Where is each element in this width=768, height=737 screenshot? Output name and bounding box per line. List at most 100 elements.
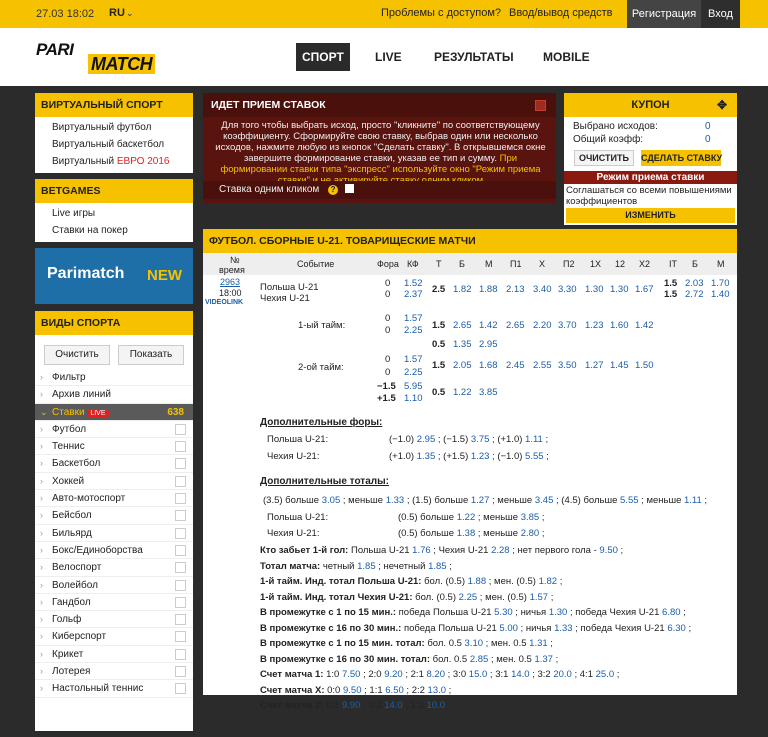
odd-cell[interactable]: 5.95 <box>404 381 423 392</box>
odd-cell[interactable]: 1.50 <box>635 360 654 371</box>
odd-cell[interactable]: 1.22 <box>453 387 472 398</box>
odd-cell[interactable]: 1.42 <box>635 320 654 331</box>
odd-cell[interactable]: 1.68 <box>479 360 498 371</box>
odd-cell[interactable]: 1.10 <box>404 393 423 404</box>
sport-checkbox[interactable] <box>175 683 186 695</box>
odd-cell[interactable]: 1.23 <box>585 320 604 331</box>
sport-checkbox[interactable] <box>175 458 186 470</box>
nav-sport[interactable]: СПОРТ <box>296 43 350 71</box>
sport-item[interactable]: › Гольф <box>35 611 193 629</box>
sport-item[interactable]: › Бейсбол <box>35 507 193 525</box>
sport-item[interactable]: › Лотерея <box>35 663 193 681</box>
one-click-checkbox[interactable] <box>344 184 354 193</box>
odd-cell[interactable]: 3.50 <box>558 360 577 371</box>
odd-cell[interactable]: 2.65 <box>506 320 525 331</box>
odd-cell[interactable]: 1.30 <box>585 284 604 295</box>
odd-cell[interactable]: 1.42 <box>479 320 498 331</box>
nav-results[interactable]: РЕЗУЛЬТАТЫ <box>434 43 514 71</box>
odd-cell[interactable]: 3.85 <box>479 387 498 398</box>
move-icon[interactable]: ✥ <box>717 93 727 117</box>
virtual-football-link[interactable]: Виртуальный футбол <box>35 119 193 136</box>
sport-item[interactable]: › Футбол <box>35 421 193 439</box>
clear-button[interactable]: Очистить <box>44 345 110 365</box>
deposit-withdraw-link[interactable]: Ввод/вывод средств <box>509 7 613 19</box>
stakes-live-item[interactable]: ⌄ Ставки LIVE 638 <box>35 403 193 421</box>
odd-cell[interactable]: 1.82 <box>453 284 472 295</box>
sport-checkbox[interactable] <box>175 666 186 678</box>
odd-cell[interactable]: 2.37 <box>404 289 423 300</box>
help-icon[interactable]: ? <box>328 185 339 195</box>
videolink-icon[interactable]: VIDEOLINK <box>205 299 243 306</box>
login-button[interactable]: Вход <box>701 0 740 28</box>
access-problems-link[interactable]: Проблемы с доступом? <box>381 7 501 19</box>
odd-cell[interactable]: 1.30 <box>610 284 629 295</box>
nav-mobile[interactable]: MOBILE <box>543 43 590 71</box>
odd-cell[interactable]: 1.57 <box>404 313 423 324</box>
virtual-euro-link[interactable]: Виртуальный ЕВРО 2016 <box>35 153 193 170</box>
odd-cell[interactable]: 1.27 <box>585 360 604 371</box>
odd-cell[interactable]: 2.65 <box>453 320 472 331</box>
sport-item[interactable]: › Бокс/Единоборства <box>35 542 193 560</box>
odd-cell[interactable]: 3.40 <box>533 284 552 295</box>
odd-cell[interactable]: 2.20 <box>533 320 552 331</box>
show-button[interactable]: Показать <box>118 345 184 365</box>
chevron-down-icon[interactable]: ⌄ <box>126 8 134 19</box>
close-icon[interactable] <box>535 100 546 111</box>
odd-cell[interactable]: 3.30 <box>558 284 577 295</box>
odd-cell[interactable]: 2.13 <box>506 284 525 295</box>
odd-cell[interactable]: 1.45 <box>610 360 629 371</box>
sport-checkbox[interactable] <box>175 527 186 539</box>
register-button[interactable]: Регистрация <box>627 0 701 28</box>
odd-cell[interactable]: 3.70 <box>558 320 577 331</box>
sport-checkbox[interactable] <box>175 648 186 660</box>
nav-live[interactable]: LIVE <box>375 43 402 71</box>
odd-cell[interactable]: 1.40 <box>711 289 730 300</box>
logo[interactable]: PARI MATCH <box>36 40 176 74</box>
sport-item[interactable]: › Киберспорт <box>35 628 193 646</box>
odd-cell[interactable]: 2.03 <box>685 278 704 289</box>
odd-cell[interactable]: 2.25 <box>404 367 423 378</box>
odd-cell[interactable]: 1.88 <box>479 284 498 295</box>
archive-item[interactable]: › Архив линий <box>35 386 193 404</box>
language-select[interactable]: RU <box>109 7 125 19</box>
sport-item[interactable]: › Крикет <box>35 646 193 664</box>
sport-checkbox[interactable] <box>175 631 186 643</box>
coupon-clear-button[interactable]: ОЧИСТИТЬ <box>574 150 634 166</box>
odd-cell[interactable]: 1.60 <box>610 320 629 331</box>
sport-checkbox[interactable] <box>175 544 186 556</box>
virtual-basketball-link[interactable]: Виртуальный баскетбол <box>35 136 193 153</box>
odd-cell[interactable]: 2.55 <box>533 360 552 371</box>
sport-checkbox[interactable] <box>175 596 186 608</box>
make-bet-button[interactable]: СДЕЛАТЬ СТАВКУ <box>641 150 722 166</box>
odd-cell[interactable]: 2.25 <box>404 325 423 336</box>
odd-cell[interactable]: 2.45 <box>506 360 525 371</box>
odd-cell[interactable]: 1.57 <box>404 354 423 365</box>
poker-bets-link[interactable]: Ставки на покер <box>35 222 193 239</box>
sport-checkbox[interactable] <box>175 493 186 505</box>
sport-checkbox[interactable] <box>175 423 186 435</box>
sport-item[interactable]: › Настольный теннис <box>35 680 193 698</box>
sport-checkbox[interactable] <box>175 579 186 591</box>
sport-item[interactable]: › Гандбол <box>35 594 193 612</box>
filter-item[interactable]: › Фильтр <box>35 369 193 387</box>
odd-cell[interactable]: 2.72 <box>685 289 704 300</box>
sport-item[interactable]: › Хоккей <box>35 473 193 491</box>
sport-checkbox[interactable] <box>175 475 186 487</box>
sport-checkbox[interactable] <box>175 510 186 522</box>
change-button[interactable]: ИЗМЕНИТЬ <box>566 208 735 223</box>
sport-item[interactable]: › Авто-мотоспорт <box>35 490 193 508</box>
odd-cell[interactable]: 2.05 <box>453 360 472 371</box>
odd-cell[interactable]: 1.67 <box>635 284 654 295</box>
odd-cell[interactable]: 1.35 <box>453 339 472 350</box>
sport-item[interactable]: › Баскетбол <box>35 455 193 473</box>
sport-checkbox[interactable] <box>175 562 186 574</box>
parimatch-new-banner[interactable]: Parimatch NEW <box>35 248 193 304</box>
odd-cell[interactable]: 1.70 <box>711 278 730 289</box>
sport-item[interactable]: › Бильярд <box>35 525 193 542</box>
sport-checkbox[interactable] <box>175 441 186 453</box>
sport-item[interactable]: › Теннис <box>35 438 193 456</box>
odd-cell[interactable]: 1.52 <box>404 278 423 289</box>
odd-cell[interactable]: 2.95 <box>479 339 498 350</box>
sport-item[interactable]: › Велоспорт <box>35 559 193 577</box>
match-number[interactable]: 2963 <box>220 277 240 287</box>
